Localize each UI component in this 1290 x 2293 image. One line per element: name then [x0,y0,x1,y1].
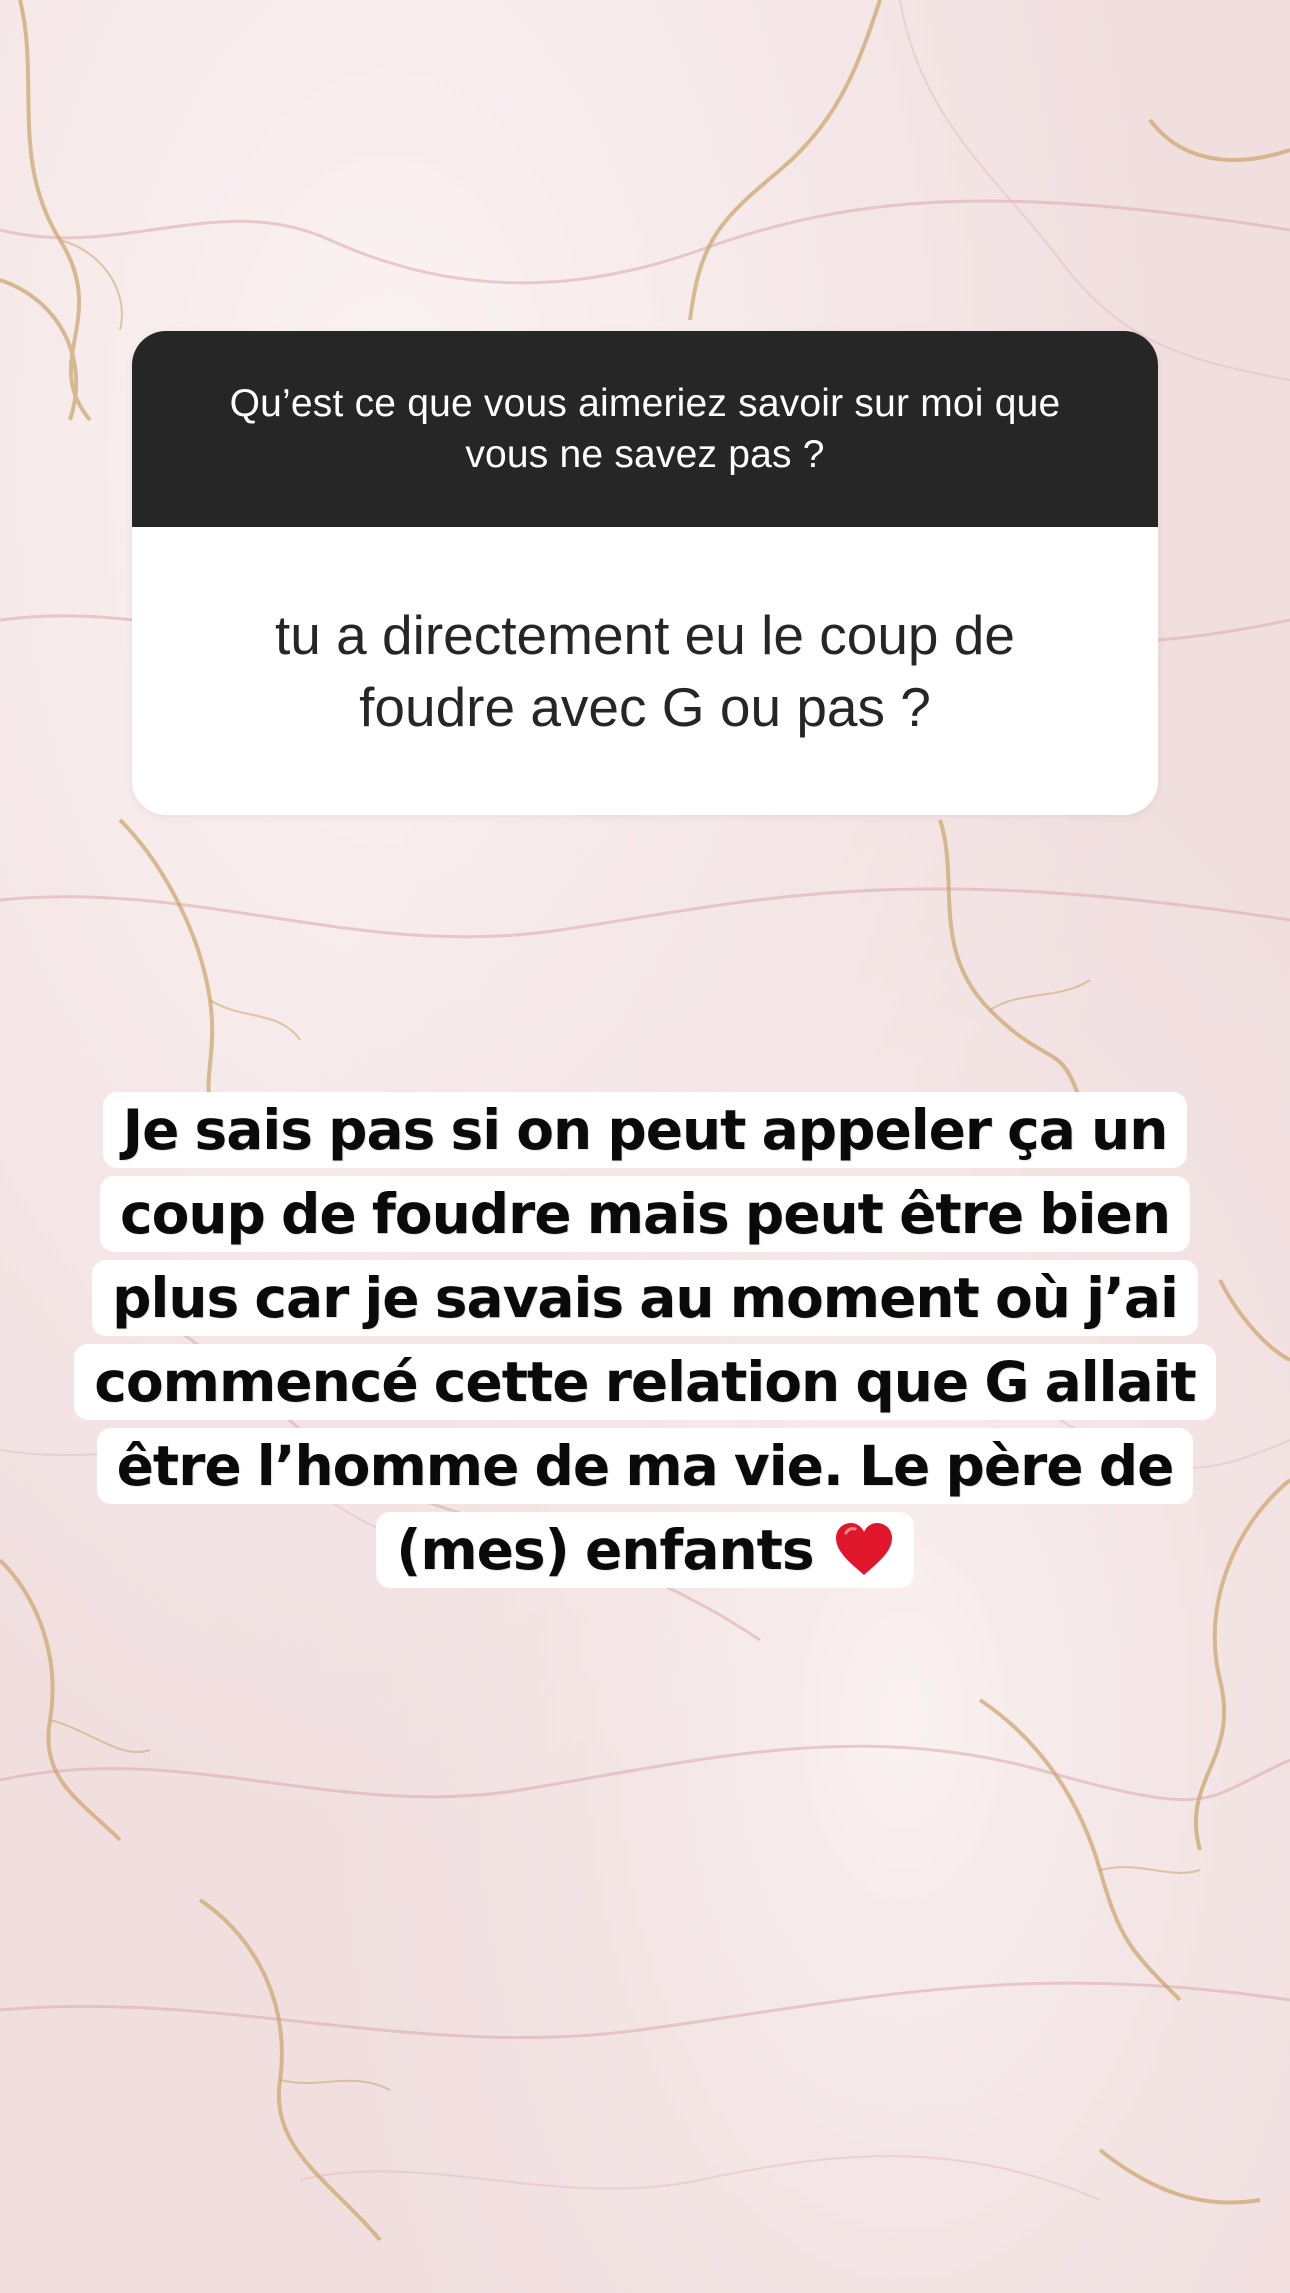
question-sticker: Qu’est ce que vous aimeriez savoir sur m… [132,331,1158,815]
response-text-highlight: Je sais pas si on peut appeler ça un cou… [74,1092,1216,1588]
question-answer: tu a directement eu le coup de foudre av… [275,604,1015,738]
question-prompt: Qu’est ce que vous aimeriez savoir sur m… [132,331,1158,527]
heart-icon [835,1523,892,1575]
response-text: Je sais pas si on peut appeler ça un cou… [94,1098,1196,1582]
response-block: Je sais pas si on peut appeler ça un cou… [66,1088,1224,1592]
